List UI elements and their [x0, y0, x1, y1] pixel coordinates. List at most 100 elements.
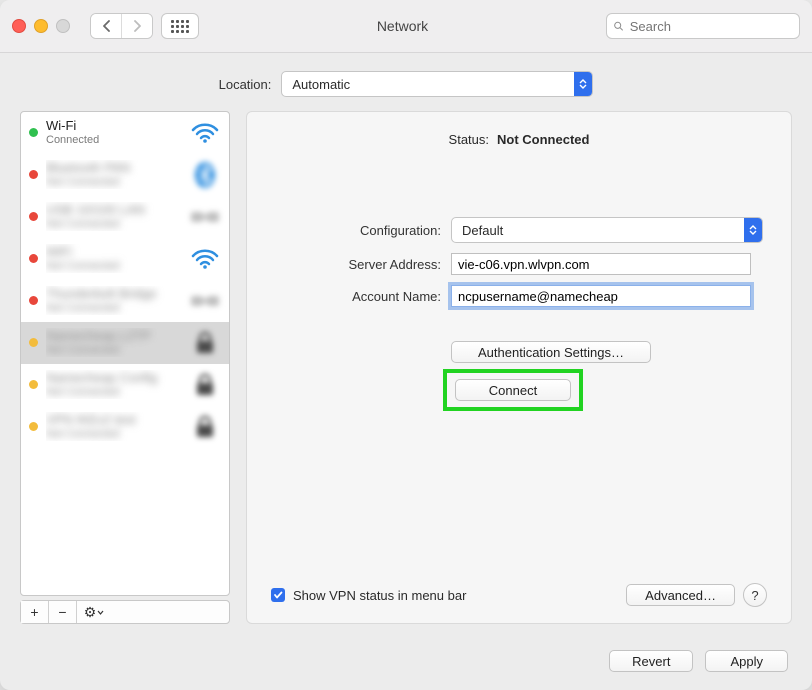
service-name: Namecheap Config [46, 370, 181, 386]
sidebar: Wi-FiConnectedBluetooth PANNot Connected… [20, 111, 230, 624]
status-label: Status: [449, 132, 489, 147]
vpn-icon [189, 413, 221, 441]
status-dot-icon [29, 128, 38, 137]
service-sub: Not Connected [46, 428, 181, 441]
close-icon[interactable] [12, 19, 26, 33]
server-address-label: Server Address: [271, 257, 451, 272]
service-text: Wi-FiConnected [46, 118, 181, 147]
location-label: Location: [219, 77, 272, 92]
server-address-row: Server Address: [271, 253, 767, 275]
sidebar-footer: + − ⚙︎ [20, 600, 230, 624]
show-vpn-checkbox[interactable] [271, 588, 285, 602]
service-sub: Not Connected [46, 302, 181, 315]
advanced-button[interactable]: Advanced… [626, 584, 735, 606]
configuration-value: Default [462, 223, 503, 238]
show-vpn-label: Show VPN status in menu bar [293, 588, 466, 603]
apply-button[interactable]: Apply [705, 650, 788, 672]
sidebar-item-wifi[interactable]: WiFiNot Connected [21, 238, 229, 280]
service-action-button[interactable]: ⚙︎ [77, 601, 111, 623]
location-select[interactable]: Automatic [281, 71, 593, 97]
configuration-row: Configuration: Default [271, 217, 767, 243]
lock-icon [189, 371, 221, 399]
dongle-icon [189, 203, 221, 231]
status-dot-icon [29, 380, 38, 389]
service-name: USB 10/100 LAN [46, 202, 181, 218]
body: Wi-FiConnectedBluetooth PANNot Connected… [0, 111, 812, 636]
bottom-options: Show VPN status in menu bar Advanced… ? [271, 583, 767, 607]
account-name-label: Account Name: [271, 289, 451, 304]
status-row: Status: Not Connected [271, 132, 767, 147]
search-field-wrap[interactable] [606, 13, 800, 39]
sidebar-item-bluetooth-pan[interactable]: Bluetooth PANNot Connected [21, 154, 229, 196]
check-icon [273, 590, 283, 600]
zoom-icon[interactable] [56, 19, 70, 33]
service-text: Namecheap L2TPNot Connected [46, 328, 181, 357]
window-footer: Revert Apply [0, 636, 812, 690]
sidebar-item-wi-fi[interactable]: Wi-FiConnected [21, 112, 229, 154]
select-arrow-icon [744, 218, 762, 242]
back-button[interactable] [91, 14, 121, 38]
search-icon [613, 20, 624, 32]
connect-highlight: Connect [271, 363, 767, 411]
service-sub: Not Connected [46, 344, 181, 357]
network-preferences-window: Network Location: Automatic Wi-FiConnect… [0, 0, 812, 690]
sidebar-item-thunderbolt-bridge[interactable]: Thunderbolt BridgeNot Connected [21, 280, 229, 322]
status-dot-icon [29, 338, 38, 347]
server-address-input[interactable] [451, 253, 751, 275]
service-text: Namecheap ConfigNot Connected [46, 370, 181, 399]
sidebar-item-vpn-ikev2-test[interactable]: VPN IKEv2 testNot Connected [21, 406, 229, 448]
sidebar-item-namecheap-l2tp[interactable]: Namecheap L2TPNot Connected [21, 322, 229, 364]
remove-service-button[interactable]: − [49, 601, 77, 623]
dongle-icon [189, 287, 221, 315]
sidebar-item-usb-10-100-lan[interactable]: USB 10/100 LANNot Connected [21, 196, 229, 238]
grid-icon [171, 20, 189, 33]
forward-button[interactable] [121, 14, 152, 38]
service-text: WiFiNot Connected [46, 244, 181, 273]
status-dot-icon [29, 422, 38, 431]
auth-row: Authentication Settings… [271, 341, 767, 363]
search-input[interactable] [628, 18, 793, 35]
service-name: VPN IKEv2 test [46, 412, 181, 428]
service-name: Thunderbolt Bridge [46, 286, 181, 302]
status-dot-icon [29, 296, 38, 305]
add-service-button[interactable]: + [21, 601, 49, 623]
revert-button[interactable]: Revert [609, 650, 693, 672]
service-name: WiFi [46, 244, 181, 260]
authentication-settings-button[interactable]: Authentication Settings… [451, 341, 651, 363]
account-name-row: Account Name: [271, 285, 767, 307]
service-name: Bluetooth PAN [46, 160, 181, 176]
wifi-icon [189, 245, 221, 273]
status-value: Not Connected [497, 132, 589, 147]
advanced-wrap: Advanced… ? [626, 583, 767, 607]
configuration-select[interactable]: Default [451, 217, 763, 243]
minimize-icon[interactable] [34, 19, 48, 33]
bluetooth-icon [189, 161, 221, 189]
chevron-right-icon [133, 20, 142, 32]
account-name-input[interactable] [451, 285, 751, 307]
select-arrow-icon [574, 72, 592, 96]
service-name: Namecheap L2TP [46, 328, 181, 344]
location-row: Location: Automatic [0, 53, 812, 111]
service-name: Wi-Fi [46, 118, 181, 134]
service-text: Thunderbolt BridgeNot Connected [46, 286, 181, 315]
status-dot-icon [29, 170, 38, 179]
nav-buttons [90, 13, 153, 39]
service-sub: Not Connected [46, 260, 181, 273]
chevron-left-icon [102, 20, 111, 32]
sidebar-item-namecheap-config[interactable]: Namecheap ConfigNot Connected [21, 364, 229, 406]
window-title: Network [207, 18, 598, 34]
connect-button[interactable]: Connect [455, 379, 571, 401]
show-all-button[interactable] [161, 13, 199, 39]
status-dot-icon [29, 254, 38, 263]
service-sub: Connected [46, 134, 181, 147]
configuration-label: Configuration: [271, 223, 451, 238]
titlebar: Network [0, 0, 812, 53]
gear-icon: ⚙︎ [84, 604, 105, 621]
status-dot-icon [29, 212, 38, 221]
help-button[interactable]: ? [743, 583, 767, 607]
service-text: Bluetooth PANNot Connected [46, 160, 181, 189]
vpn-icon [189, 329, 221, 357]
service-list[interactable]: Wi-FiConnectedBluetooth PANNot Connected… [20, 111, 230, 596]
service-sub: Not Connected [46, 218, 181, 231]
service-text: USB 10/100 LANNot Connected [46, 202, 181, 231]
